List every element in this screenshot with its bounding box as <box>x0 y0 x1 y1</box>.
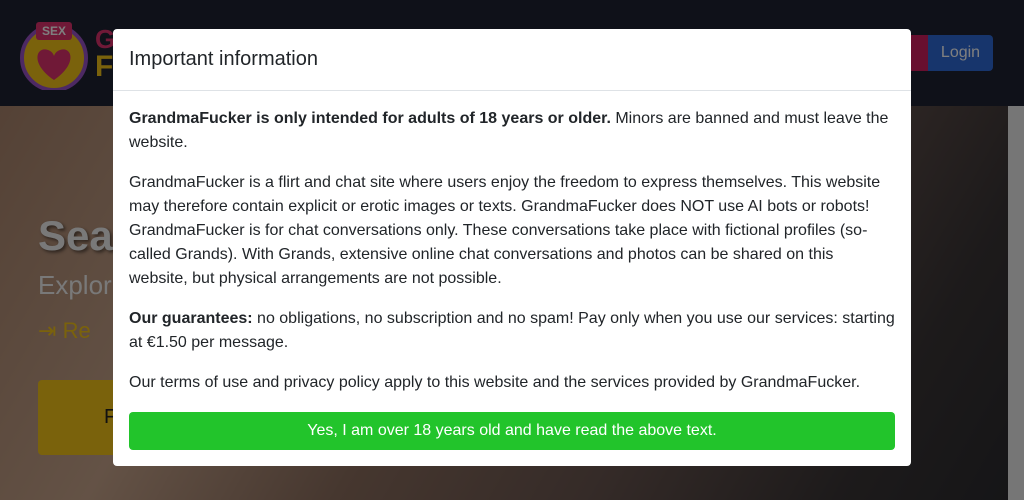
age-notice-bold: GrandmaFucker is only intended for adult… <box>129 110 611 127</box>
site-description-paragraph: GrandmaFucker is a flirt and chat site w… <box>129 174 881 287</box>
modal-body: GrandmaFucker is only intended for adult… <box>113 91 911 395</box>
age-verification-modal: Important information GrandmaFucker is o… <box>113 29 911 466</box>
modal-header: Important information <box>113 29 911 91</box>
terms-paragraph: Our terms of use and privacy policy appl… <box>129 374 861 391</box>
age-notice-paragraph: GrandmaFucker is only intended for adult… <box>129 107 895 155</box>
guarantees-bold: Our guarantees: <box>129 310 253 327</box>
confirm-age-button[interactable]: Yes, I am over 18 years old and have rea… <box>129 412 895 450</box>
guarantees-paragraph: Our guarantees: no obligations, no subsc… <box>129 307 895 355</box>
modal-title: Important information <box>129 48 318 70</box>
